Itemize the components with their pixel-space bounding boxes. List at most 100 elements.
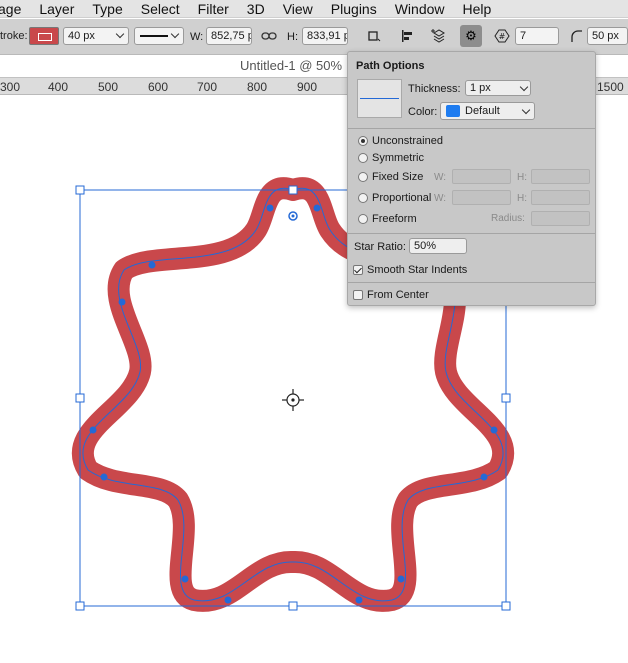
stroke-color-swatch[interactable] (29, 27, 59, 45)
mode-unconstrained[interactable]: Unconstrained (358, 135, 443, 147)
proportional-height-field[interactable] (531, 190, 590, 205)
ruler-label: 700 (197, 80, 218, 94)
menu-filter[interactable]: Filter (198, 1, 229, 17)
radio-icon (358, 172, 368, 182)
ruler-label: 400 (48, 80, 69, 94)
proportional-h-label: H: (517, 193, 527, 204)
menu-help[interactable]: Help (463, 1, 492, 17)
menu-plugins[interactable]: Plugins (331, 1, 377, 17)
width-field[interactable]: 852,75 p (206, 27, 252, 45)
height-label: H: (287, 31, 298, 43)
anchor-point[interactable] (118, 298, 126, 306)
ruler-label: 1500 (597, 80, 624, 94)
svg-text:#: # (499, 32, 506, 41)
handle-top-left[interactable] (75, 185, 85, 195)
color-dropdown[interactable]: Default (440, 102, 535, 120)
menu-window[interactable]: Window (395, 1, 445, 17)
handle-middle-right[interactable] (501, 393, 511, 403)
anchor-point[interactable] (89, 426, 97, 434)
handle-bottom-center[interactable] (288, 601, 298, 611)
star-points-field[interactable]: 7 (515, 27, 559, 45)
path-operations-icon[interactable] (363, 25, 385, 47)
radius-field[interactable] (531, 211, 590, 226)
stroke-style-chevron-icon (170, 29, 180, 39)
checkbox-unchecked-icon (353, 290, 363, 300)
mode-proportional[interactable]: Proportional (358, 192, 431, 204)
color-value: Default (465, 105, 500, 117)
menu-image[interactable]: age (0, 1, 21, 17)
path-preview (357, 79, 402, 118)
menu-view[interactable]: View (283, 1, 313, 17)
menu-type[interactable]: Type (92, 1, 122, 17)
menu-3d[interactable]: 3D (247, 1, 265, 17)
ruler-label: 500 (98, 80, 119, 94)
handle-top-center[interactable] (288, 185, 298, 195)
ruler-label: 900 (297, 80, 318, 94)
anchor-point[interactable] (100, 473, 108, 481)
mode-freeform[interactable]: Freeform (358, 213, 417, 225)
height-value: 833,91 p (307, 30, 348, 42)
star-ratio-label: Star Ratio: (354, 241, 406, 253)
anchor-point[interactable] (224, 596, 232, 604)
radio-icon (358, 214, 368, 224)
fixed-h-label: H: (517, 172, 527, 183)
anchor-point[interactable] (313, 204, 321, 212)
stroke-label: troke: (0, 30, 28, 42)
star-ratio-field[interactable]: 50% (409, 238, 467, 254)
stroke-line-icon (140, 35, 168, 37)
height-field[interactable]: 833,91 p (302, 27, 348, 45)
menu-select[interactable]: Select (141, 1, 180, 17)
width-value: 852,75 p (211, 30, 252, 42)
radio-icon (358, 153, 368, 163)
radius-label: Radius: (491, 213, 525, 224)
handle-bottom-left[interactable] (75, 601, 85, 611)
thickness-value: 1 px (470, 82, 491, 94)
proportional-w-label: W: (434, 193, 447, 204)
mode-symmetric[interactable]: Symmetric (358, 152, 424, 164)
path-options-panel: Path Options Thickness: 1 px Color: Defa… (347, 51, 596, 306)
corner-radius-field[interactable]: 50 px (587, 27, 628, 45)
anchor-point[interactable] (266, 204, 274, 212)
ruler-label: 300 (0, 80, 21, 94)
link-dimensions-icon[interactable] (258, 25, 280, 47)
corner-radius-icon (565, 25, 587, 47)
width-label: W: (190, 31, 204, 43)
ruler-label: 800 (247, 80, 268, 94)
star-ratio-value: 50% (414, 240, 437, 252)
handle-bottom-right[interactable] (501, 601, 511, 611)
from-center-checkbox[interactable]: From Center (353, 289, 429, 301)
checkbox-checked-icon (353, 265, 363, 275)
ruler-label: 600 (148, 80, 169, 94)
color-label: Color: (408, 106, 438, 118)
thickness-dropdown[interactable]: 1 px (465, 80, 531, 96)
fixed-width-field[interactable] (452, 169, 511, 184)
mode-fixed-size[interactable]: Fixed Size (358, 171, 423, 183)
anchor-point[interactable] (355, 596, 363, 604)
document-tab-title[interactable]: Untitled-1 @ 50% (240, 58, 342, 73)
center-crosshair-icon (282, 389, 304, 411)
radio-icon (358, 193, 368, 203)
fixed-height-field[interactable] (531, 169, 590, 184)
proportional-width-field[interactable] (452, 190, 511, 205)
menu-layer[interactable]: Layer (39, 1, 74, 17)
anchor-point[interactable] (480, 473, 488, 481)
arrange-icon[interactable] (428, 25, 450, 47)
stroke-style-dropdown[interactable] (134, 27, 184, 45)
align-icon[interactable] (397, 25, 419, 47)
star-points-value: 7 (520, 30, 527, 42)
anchor-point[interactable] (490, 426, 498, 434)
menu-bar: age Layer Type Select Filter 3D View Plu… (0, 0, 628, 18)
radio-icon (358, 136, 368, 146)
stroke-width-value: 40 px (68, 30, 95, 42)
path-options-gear-icon[interactable]: ⚙ (460, 25, 482, 47)
smooth-star-indents-checkbox[interactable]: Smooth Star Indents (353, 264, 467, 276)
thickness-label: Thickness: (408, 83, 461, 95)
star-points-icon: # (491, 25, 513, 47)
handle-middle-left[interactable] (75, 393, 85, 403)
anchor-point[interactable] (148, 261, 156, 269)
color-swatch-icon (446, 105, 460, 117)
corner-radius-value: 50 px (592, 30, 619, 42)
anchor-point[interactable] (181, 575, 189, 583)
anchor-point[interactable] (397, 575, 405, 583)
fixed-w-label: W: (434, 172, 447, 183)
